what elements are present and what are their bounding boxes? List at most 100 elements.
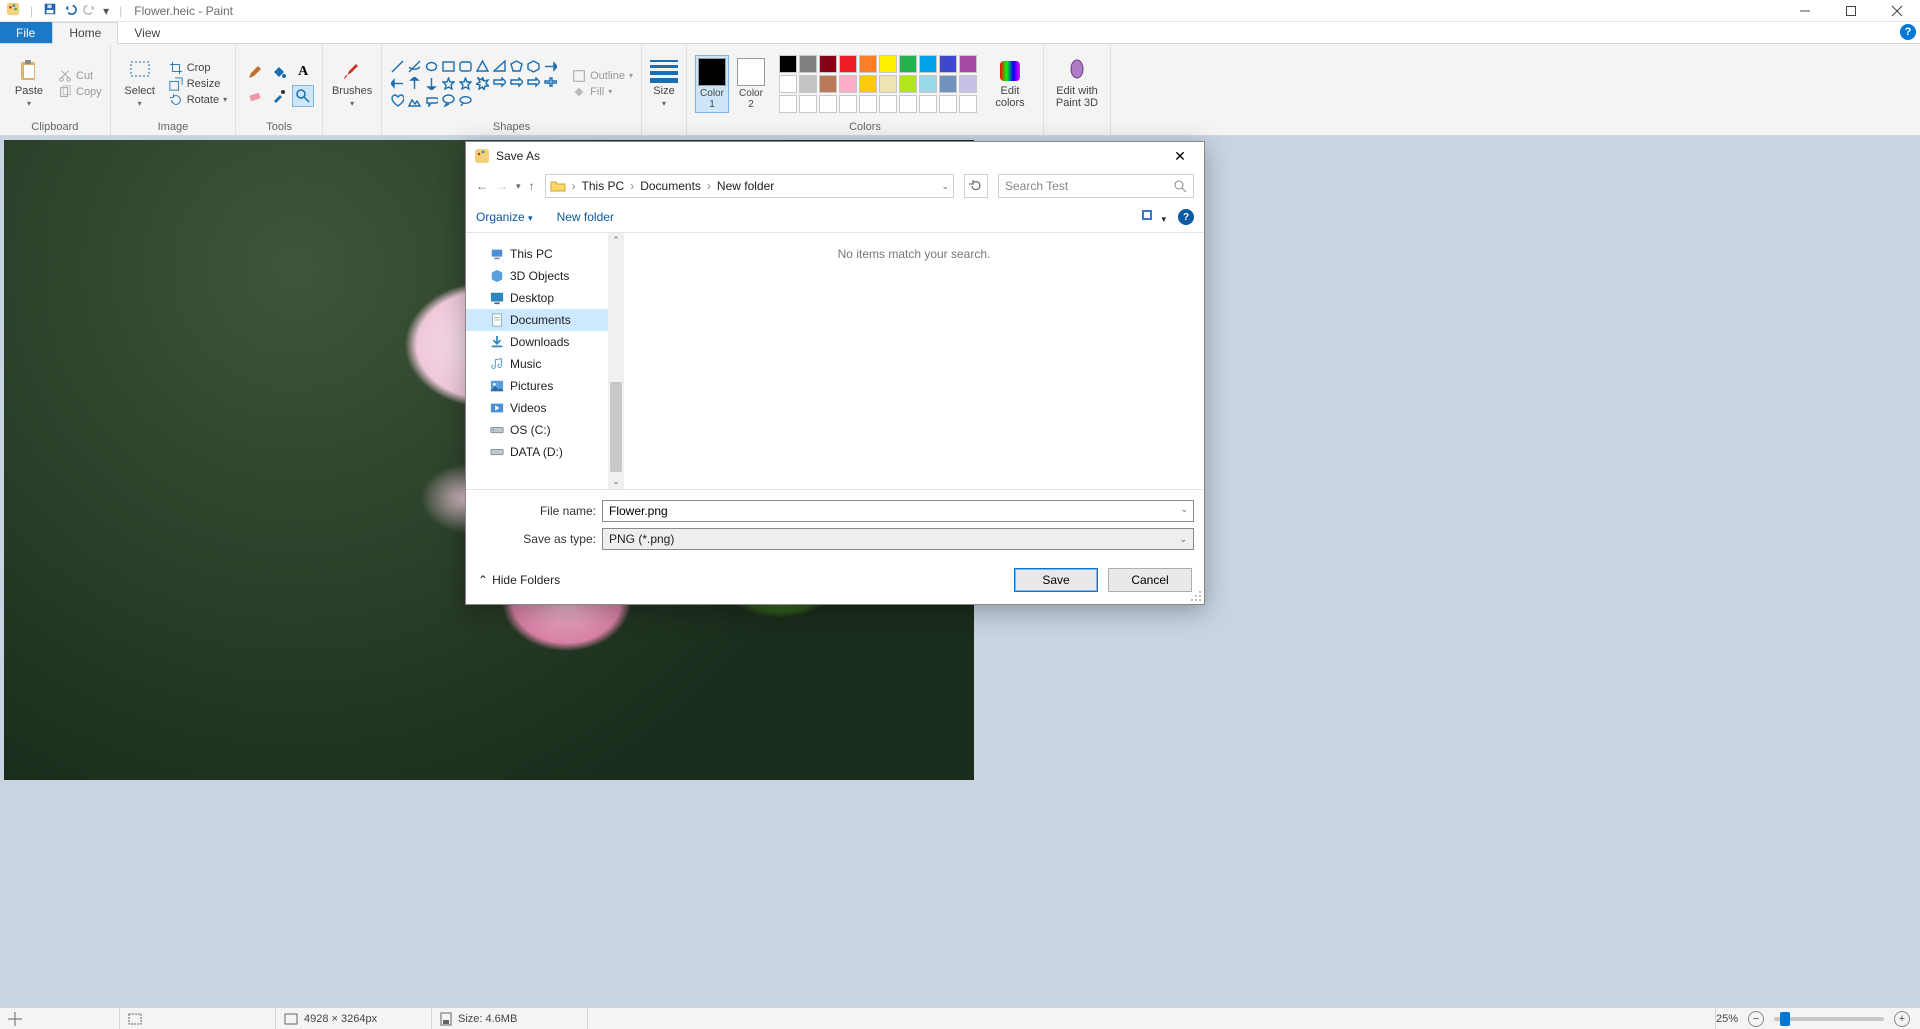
paint3d-button[interactable]: Edit with Paint 3D bbox=[1052, 59, 1102, 109]
refresh-button[interactable] bbox=[964, 174, 988, 198]
redo-icon[interactable] bbox=[83, 2, 97, 19]
text-tool[interactable]: A bbox=[292, 61, 314, 83]
palette-swatch[interactable] bbox=[799, 55, 817, 73]
shape-outline-button[interactable]: Outline ▾ bbox=[572, 69, 633, 83]
palette-swatch[interactable] bbox=[859, 95, 877, 113]
copy-button[interactable]: Copy bbox=[58, 85, 102, 99]
breadcrumb-item[interactable]: This PC bbox=[582, 179, 625, 193]
maximize-button[interactable] bbox=[1828, 0, 1874, 22]
filetype-combo[interactable]: PNG (*.png)⌄ bbox=[602, 528, 1194, 550]
qat-customize-icon[interactable]: ▾ bbox=[103, 4, 109, 18]
zoom-in-button[interactable]: + bbox=[1894, 1011, 1910, 1027]
cut-button[interactable]: Cut bbox=[58, 69, 102, 83]
filename-input[interactable] bbox=[602, 500, 1194, 522]
nav-forward-icon[interactable]: → bbox=[496, 179, 508, 193]
help-icon[interactable]: ? bbox=[1900, 24, 1916, 40]
address-bar[interactable]: › This PC › Documents › New folder ⌄ bbox=[545, 174, 954, 198]
palette-swatch[interactable] bbox=[879, 75, 897, 93]
tree-item[interactable]: Videos bbox=[466, 397, 608, 419]
new-folder-button[interactable]: New folder bbox=[557, 210, 614, 224]
search-input[interactable]: Search Test bbox=[998, 174, 1194, 198]
nav-up-icon[interactable]: ↑ bbox=[529, 179, 535, 193]
tree-item[interactable]: Music bbox=[466, 353, 608, 375]
close-button[interactable] bbox=[1874, 0, 1920, 22]
edit-colors-button[interactable]: Edit colors bbox=[985, 59, 1035, 109]
palette-swatch[interactable] bbox=[959, 55, 977, 73]
magnifier-tool[interactable] bbox=[292, 85, 314, 107]
palette-swatch[interactable] bbox=[919, 95, 937, 113]
palette-swatch[interactable] bbox=[779, 95, 797, 113]
palette-swatch[interactable] bbox=[819, 55, 837, 73]
palette-swatch[interactable] bbox=[799, 75, 817, 93]
tab-view[interactable]: View bbox=[118, 22, 177, 43]
dialog-help-icon[interactable]: ? bbox=[1178, 209, 1194, 225]
palette-swatch[interactable] bbox=[779, 55, 797, 73]
size-button[interactable]: Size ▾ bbox=[650, 60, 678, 108]
cancel-button[interactable]: Cancel bbox=[1108, 568, 1192, 592]
hide-folders-button[interactable]: ⌃Hide Folders bbox=[478, 573, 560, 587]
breadcrumb-item[interactable]: Documents bbox=[640, 179, 701, 193]
undo-icon[interactable] bbox=[63, 2, 77, 19]
zoom-slider-thumb[interactable] bbox=[1780, 1012, 1790, 1026]
resize-button[interactable]: Resize bbox=[169, 77, 227, 91]
nav-history-icon[interactable]: ▾ bbox=[516, 181, 521, 192]
fill-tool[interactable] bbox=[268, 61, 290, 83]
zoom-out-button[interactable]: − bbox=[1748, 1011, 1764, 1027]
tree-scrollbar[interactable]: ⌃ ⌄ bbox=[608, 233, 624, 489]
palette-swatch[interactable] bbox=[799, 95, 817, 113]
tree-item[interactable]: Desktop bbox=[466, 287, 608, 309]
filename-dropdown-icon[interactable]: ⌄ bbox=[1180, 504, 1188, 515]
palette-swatch[interactable] bbox=[879, 55, 897, 73]
palette-swatch[interactable] bbox=[939, 75, 957, 93]
address-dropdown-icon[interactable]: ⌄ bbox=[941, 181, 949, 192]
palette-swatch[interactable] bbox=[959, 75, 977, 93]
tree-item[interactable]: This PC bbox=[466, 243, 608, 265]
shape-fill-button[interactable]: Fill ▾ bbox=[572, 85, 633, 99]
palette-swatch[interactable] bbox=[839, 95, 857, 113]
shapes-gallery[interactable] bbox=[390, 59, 558, 108]
palette-swatch[interactable] bbox=[899, 55, 917, 73]
palette-swatch[interactable] bbox=[899, 75, 917, 93]
view-options-button[interactable]: ▾ bbox=[1142, 210, 1166, 225]
palette-swatch[interactable] bbox=[859, 55, 877, 73]
color2-button[interactable]: Color 2 bbox=[737, 58, 765, 110]
tree-item[interactable]: Pictures bbox=[466, 375, 608, 397]
minimize-button[interactable] bbox=[1782, 0, 1828, 22]
palette-swatch[interactable] bbox=[879, 95, 897, 113]
resize-grip-icon[interactable] bbox=[1190, 590, 1202, 602]
tree-item[interactable]: Downloads bbox=[466, 331, 608, 353]
scroll-up-icon[interactable]: ⌃ bbox=[612, 235, 620, 246]
file-list[interactable]: No items match your search. bbox=[624, 233, 1204, 489]
scroll-down-icon[interactable]: ⌄ bbox=[612, 476, 620, 487]
paste-button[interactable]: Paste ▾ bbox=[8, 59, 50, 108]
breadcrumb-item[interactable]: New folder bbox=[717, 179, 774, 193]
tab-file[interactable]: File bbox=[0, 22, 52, 43]
palette-swatch[interactable] bbox=[939, 55, 957, 73]
pencil-tool[interactable] bbox=[244, 61, 266, 83]
tree-item[interactable]: OS (C:) bbox=[466, 419, 608, 441]
palette-swatch[interactable] bbox=[899, 95, 917, 113]
tab-home[interactable]: Home bbox=[52, 22, 118, 44]
organize-button[interactable]: Organize ▾ bbox=[476, 210, 533, 224]
rotate-button[interactable]: Rotate ▾ bbox=[169, 93, 227, 107]
tree-item[interactable]: Documents bbox=[466, 309, 608, 331]
scrollbar-thumb[interactable] bbox=[610, 382, 622, 472]
save-button[interactable]: Save bbox=[1014, 568, 1098, 592]
save-icon[interactable] bbox=[43, 2, 57, 19]
nav-back-icon[interactable]: ← bbox=[476, 179, 488, 193]
palette-swatch[interactable] bbox=[779, 75, 797, 93]
brushes-button[interactable]: Brushes ▾ bbox=[331, 59, 373, 108]
palette-swatch[interactable] bbox=[959, 95, 977, 113]
palette-swatch[interactable] bbox=[839, 55, 857, 73]
color-palette[interactable] bbox=[779, 55, 977, 113]
picker-tool[interactable] bbox=[268, 85, 290, 107]
dialog-close-button[interactable]: ✕ bbox=[1164, 145, 1196, 167]
palette-swatch[interactable] bbox=[819, 95, 837, 113]
palette-swatch[interactable] bbox=[919, 75, 937, 93]
tree-item[interactable]: DATA (D:) bbox=[466, 441, 608, 463]
palette-swatch[interactable] bbox=[839, 75, 857, 93]
zoom-slider[interactable] bbox=[1774, 1017, 1884, 1021]
palette-swatch[interactable] bbox=[919, 55, 937, 73]
tree-item[interactable]: 3D Objects bbox=[466, 265, 608, 287]
select-button[interactable]: Select ▾ bbox=[119, 59, 161, 108]
